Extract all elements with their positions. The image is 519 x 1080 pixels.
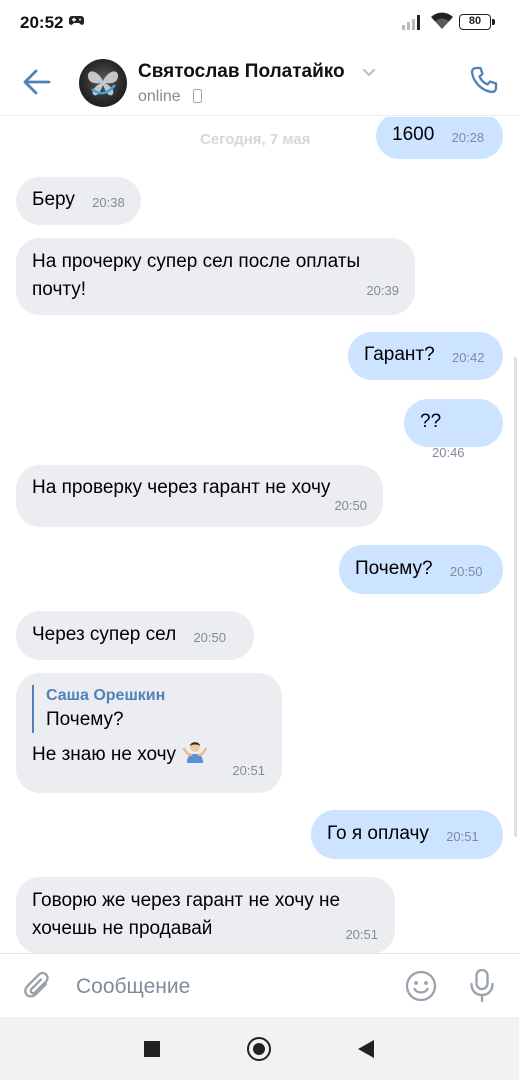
message-text: Говорю же через гарант не хочу не хочешь… — [32, 890, 341, 939]
message-list[interactable]: Сегодня, 7 мая 1600 20:28 Беру 20:38 На … — [0, 117, 519, 953]
phone-small-icon — [193, 89, 202, 103]
message-bubble[interactable]: Саша Орешкин Почему? Не знаю не хочу 20:… — [16, 673, 282, 793]
message-bubble[interactable]: Гарант? 20:42 — [348, 332, 503, 380]
message-text: 1600 — [392, 124, 435, 145]
wifi-icon — [431, 12, 453, 29]
message-bubble[interactable]: Через супер сел 20:50 — [16, 611, 254, 660]
reply-text: Почему? — [46, 709, 124, 730]
message-text: Го я оплачу — [327, 823, 429, 844]
call-icon[interactable] — [469, 65, 499, 95]
message-text: На проверку через гарант не хочу — [32, 477, 331, 498]
recents-button[interactable] — [144, 1041, 160, 1057]
message-bubble[interactable]: На прочерку супер сел после оплаты почту… — [16, 238, 415, 315]
message-time: 20:28 — [451, 130, 485, 145]
chat-header: Святослав Полатайко online — [0, 48, 519, 116]
battery-indicator: 80 — [459, 14, 495, 30]
date-separator: Сегодня, 7 мая — [200, 131, 311, 148]
message-bubble[interactable]: 1600 20:28 — [376, 117, 503, 159]
system-navigation-bar — [0, 1017, 519, 1080]
message-time: 20:39 — [366, 283, 399, 298]
signal-icon — [402, 15, 420, 30]
avatar[interactable] — [79, 59, 127, 107]
back-arrow-icon[interactable] — [22, 68, 52, 96]
message-time: 20:51 — [446, 829, 479, 844]
chevron-down-icon[interactable] — [362, 68, 376, 77]
message-bubble[interactable]: Беру 20:38 — [16, 177, 141, 225]
mic-icon[interactable] — [468, 968, 496, 1004]
message-text: Через супер сел — [32, 624, 177, 645]
status-bar: 20:52 80 — [0, 0, 519, 48]
man-shrugging-emoji — [183, 742, 208, 763]
message-bubble[interactable]: ?? 20:46 — [404, 399, 503, 460]
message-text: Не знаю не хочу — [32, 744, 177, 765]
message-time: 20:50 — [449, 564, 483, 579]
message-text: Почему? — [355, 558, 433, 579]
attach-icon[interactable] — [22, 970, 54, 1002]
message-time: 20:42 — [451, 350, 485, 365]
message-composer — [0, 953, 519, 1017]
message-time: 20:51 — [232, 763, 265, 778]
home-button[interactable] — [247, 1037, 271, 1061]
message-input[interactable] — [76, 972, 376, 1002]
message-text: На прочерку супер сел после оплаты почту… — [32, 251, 361, 300]
message-bubble[interactable]: Говорю же через гарант не хочу не хочешь… — [16, 877, 395, 953]
system-back-button[interactable] — [358, 1040, 374, 1058]
message-time: 20:50 — [193, 630, 226, 645]
message-text: Гарант? — [364, 344, 435, 365]
message-time: 20:51 — [345, 927, 378, 942]
gamepad-icon — [69, 16, 84, 25]
message-bubble[interactable]: Почему? 20:50 — [339, 545, 503, 594]
reply-quote[interactable]: Саша Орешкин Почему? — [32, 685, 266, 733]
emoji-icon[interactable] — [404, 969, 438, 1003]
scrollbar[interactable] — [514, 357, 517, 837]
message-bubble[interactable]: На проверку через гарант не хочу 20:50 — [16, 465, 383, 527]
contact-status: online — [138, 88, 181, 105]
message-time: 20:46 — [432, 445, 465, 460]
message-text: Беру — [32, 189, 75, 210]
message-bubble[interactable]: Го я оплачу 20:51 — [311, 810, 503, 859]
message-time: 20:50 — [334, 498, 367, 513]
status-time: 20:52 — [20, 13, 64, 32]
message-text: ?? — [420, 411, 442, 432]
message-time: 20:38 — [92, 195, 125, 210]
contact-name[interactable]: Святослав Полатайко — [138, 61, 345, 83]
reply-author: Саша Орешкин — [46, 687, 166, 704]
